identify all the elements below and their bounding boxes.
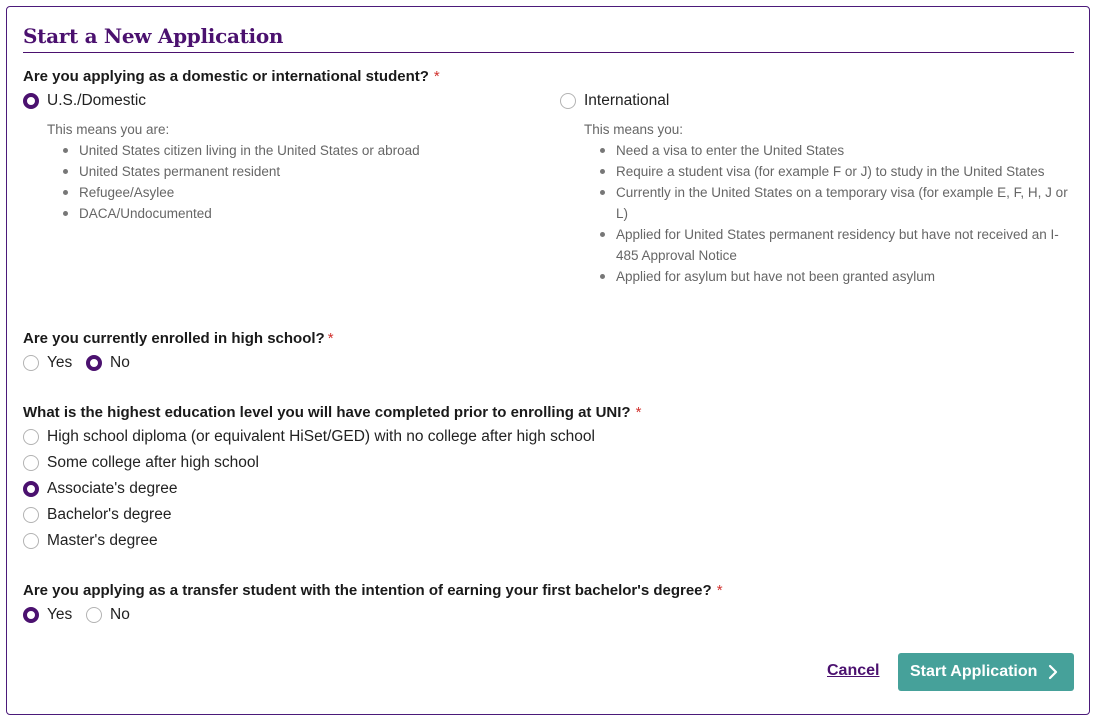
radio-unchecked-icon[interactable]	[23, 507, 39, 523]
radio-unchecked-icon[interactable]	[560, 93, 576, 109]
radio-label: U.S./Domestic	[47, 92, 147, 109]
radio-label: Yes	[47, 354, 73, 371]
radio-checked-icon[interactable]	[86, 355, 102, 371]
question-label: What is the highest education level you …	[23, 404, 631, 421]
radio-label: Associate's degree	[47, 480, 178, 497]
radio-domestic[interactable]: U.S./Domestic	[23, 91, 146, 111]
question-label: Are you applying as a domestic or intern…	[23, 68, 429, 85]
radio-high-school-yes[interactable]: Yes	[23, 353, 72, 373]
question-label: Are you applying as a transfer student w…	[23, 582, 712, 599]
start-application-label: Start Application	[910, 663, 1038, 680]
question-education-level: What is the highest education level you …	[23, 403, 641, 423]
radio-education-masters[interactable]: Master's degree	[23, 531, 158, 551]
radio-label: International	[584, 92, 670, 109]
question-student-type: Are you applying as a domestic or intern…	[23, 67, 440, 87]
required-asterisk: *	[327, 330, 334, 347]
list-item: Require a student visa (for example F or…	[584, 161, 1074, 182]
radio-unchecked-icon[interactable]	[23, 533, 39, 549]
radio-education-bachelors[interactable]: Bachelor's degree	[23, 505, 171, 525]
radio-label: Some college after high school	[47, 454, 259, 471]
description-intro: This means you:	[584, 122, 684, 137]
radio-unchecked-icon[interactable]	[86, 607, 102, 623]
list-item: DACA/Undocumented	[47, 203, 547, 224]
radio-checked-icon[interactable]	[23, 481, 39, 497]
radio-unchecked-icon[interactable]	[23, 429, 39, 445]
list-item: Applied for asylum but have not been gra…	[584, 266, 1074, 287]
radio-label: No	[110, 606, 130, 623]
chevron-right-icon	[1048, 664, 1058, 680]
required-asterisk: *	[635, 404, 642, 421]
radio-transfer-yes[interactable]: Yes	[19, 603, 73, 627]
international-criteria-list: Need a visa to enter the United States R…	[584, 140, 1074, 287]
cancel-link[interactable]: Cancel	[827, 662, 879, 680]
list-item: Refugee/Asylee	[47, 182, 547, 203]
description-intro: This means you are:	[47, 122, 170, 137]
radio-label: No	[110, 354, 130, 371]
radio-international[interactable]: International	[560, 91, 669, 111]
radio-label: Master's degree	[47, 532, 158, 549]
radio-label: Yes	[47, 606, 73, 623]
international-description: This means you: Need a visa to enter the…	[584, 119, 1074, 287]
radio-label: High school diploma (or equivalent HiSet…	[47, 428, 595, 445]
list-item: United States permanent resident	[47, 161, 547, 182]
radio-high-school-no[interactable]: No	[86, 353, 130, 373]
required-asterisk: *	[433, 68, 440, 85]
page-title: Start a New Application	[23, 23, 1074, 53]
radio-unchecked-icon[interactable]	[23, 455, 39, 471]
list-item: Applied for United States permanent resi…	[584, 224, 1074, 266]
radio-unchecked-icon[interactable]	[23, 355, 39, 371]
radio-education-associates[interactable]: Associate's degree	[23, 479, 177, 499]
question-high-school: Are you currently enrolled in high schoo…	[23, 329, 334, 349]
start-application-button[interactable]: Start Application	[898, 653, 1074, 691]
required-asterisk: *	[716, 582, 723, 599]
question-label: Are you currently enrolled in high schoo…	[23, 330, 325, 347]
radio-education-high-school[interactable]: High school diploma (or equivalent HiSet…	[23, 427, 595, 447]
radio-education-some-college[interactable]: Some college after high school	[23, 453, 259, 473]
radio-checked-icon[interactable]	[19, 603, 43, 627]
radio-label: Bachelor's degree	[47, 506, 172, 523]
radio-checked-icon[interactable]	[23, 93, 39, 109]
radio-transfer-no[interactable]: No	[86, 605, 130, 625]
question-transfer-student: Are you applying as a transfer student w…	[23, 581, 723, 601]
list-item: United States citizen living in the Unit…	[47, 140, 547, 161]
list-item: Currently in the United States on a temp…	[584, 182, 1074, 224]
domestic-criteria-list: United States citizen living in the Unit…	[47, 140, 547, 224]
list-item: Need a visa to enter the United States	[584, 140, 1074, 161]
domestic-description: This means you are: United States citize…	[47, 119, 547, 224]
application-card: Start a New Application Are you applying…	[6, 6, 1090, 715]
